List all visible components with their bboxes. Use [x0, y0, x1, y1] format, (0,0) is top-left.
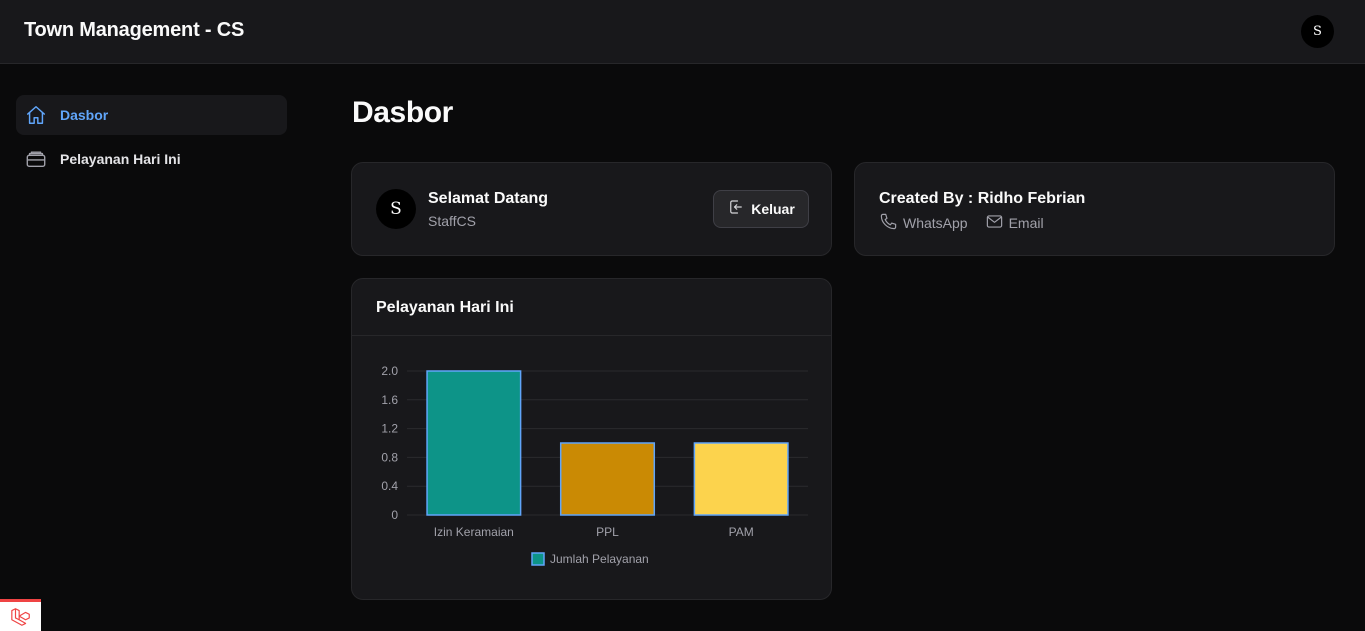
y-tick-label: 0.8: [381, 450, 398, 464]
y-tick-label: 2.0: [381, 364, 398, 378]
bar-chart: 0 0.4 0.8 1.2 1.6 2.0 Izin Keramaian PPL PAM Juml…: [381, 364, 808, 566]
credit-card: Created By : Ridho Febrian WhatsApp Emai…: [854, 162, 1335, 256]
y-tick-label: 0.4: [381, 479, 398, 493]
bar: [426, 370, 522, 516]
welcome-card: S Selamat Datang StaffCS Keluar: [351, 162, 832, 256]
x-tick-label: PAM: [729, 525, 754, 539]
sidebar: Dasbor Pelayanan Hari Ini: [16, 95, 287, 183]
user-role: StaffCS: [428, 213, 476, 229]
sidebar-item-label: Pelayanan Hari Ini: [60, 151, 181, 167]
legend-label: Jumlah Pelayanan: [550, 552, 649, 566]
legend-swatch: [531, 552, 545, 566]
welcome-greeting: Selamat Datang: [428, 190, 549, 207]
logout-label: Keluar: [751, 201, 795, 217]
sidebar-item-pelayanan-hari-ini[interactable]: Pelayanan Hari Ini: [16, 139, 287, 179]
email-link[interactable]: Email: [985, 212, 1044, 234]
inbox-icon: [25, 148, 47, 170]
logout-button[interactable]: Keluar: [713, 190, 809, 228]
whatsapp-link[interactable]: WhatsApp: [879, 212, 968, 234]
contact-links: WhatsApp Email: [879, 212, 1044, 234]
bar: [693, 442, 789, 516]
page-title: Dasbor: [352, 96, 453, 129]
x-tick-label: Izin Keramaian: [434, 525, 514, 539]
whatsapp-label: WhatsApp: [903, 215, 968, 231]
y-tick-label: 1.2: [381, 422, 398, 436]
phone-icon: [879, 212, 898, 234]
sidebar-item-label: Dasbor: [60, 107, 109, 123]
y-tick-label: 1.6: [381, 393, 398, 407]
x-tick-label: PPL: [596, 525, 619, 539]
laravel-logo: [0, 599, 41, 631]
home-icon: [25, 104, 47, 126]
mail-icon: [985, 212, 1004, 234]
app-title: Town Management - CS: [24, 19, 245, 41]
avatar: S: [376, 189, 416, 229]
top-bar: Town Management - CS S: [0, 0, 1365, 64]
chart-header: Pelayanan Hari Ini: [352, 279, 831, 336]
user-avatar[interactable]: S: [1301, 15, 1334, 48]
logout-icon: [727, 198, 745, 221]
laravel-icon: [10, 607, 30, 626]
chart-title: Pelayanan Hari Ini: [376, 299, 514, 316]
credit-title: Created By : Ridho Febrian: [879, 190, 1086, 207]
y-tick-label: 0: [391, 508, 398, 522]
sidebar-item-dasbor[interactable]: Dasbor: [16, 95, 287, 135]
email-label: Email: [1008, 215, 1044, 231]
chart-card: Pelayanan Hari Ini 0 0.4 0.8 1.2 1.6 2.0 Izin …: [351, 278, 832, 600]
bar: [559, 442, 656, 516]
